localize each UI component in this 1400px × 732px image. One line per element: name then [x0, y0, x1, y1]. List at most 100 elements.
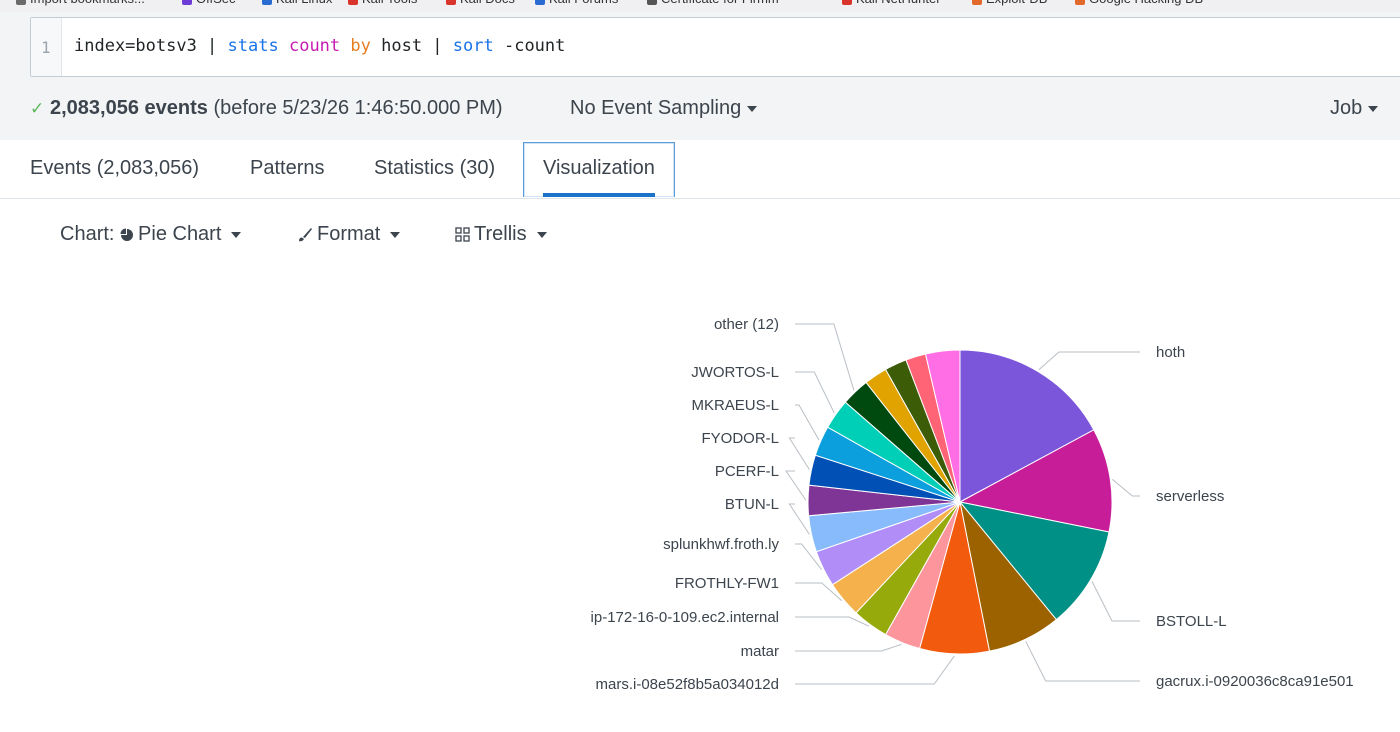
trellis-dropdown[interactable]: Trellis: [455, 223, 547, 246]
query-token: [279, 36, 289, 56]
pie-leader-line: [795, 616, 870, 627]
pie-slice-label: serverless: [1156, 488, 1224, 505]
caret-down-icon: [1368, 105, 1379, 112]
pie-leader-line: [795, 404, 820, 441]
pie-slice-label: hoth: [1156, 344, 1185, 361]
query-token: [340, 36, 350, 56]
line-number-gutter: 1: [31, 18, 62, 76]
pie-slice-label: other (12): [714, 316, 779, 333]
caret-down-icon: [390, 231, 401, 238]
search-query-text[interactable]: index=botsv3 | stats count by host | sor…: [74, 36, 565, 56]
events-count: 2,083,056 events: [50, 97, 208, 119]
pie-slice-label: FROTHLY-FW1: [675, 575, 779, 592]
pie-slice-label: mars.i-08e52f8b5a034012d: [596, 676, 779, 693]
bookmark-item[interactable]: Certificate for Firmm: [647, 0, 779, 6]
pie-slice-label: PCERF-L: [715, 463, 779, 480]
trellis-label: Trellis: [474, 223, 527, 245]
bookmark-label: Kali Linux: [276, 0, 332, 6]
bookmark-item[interactable]: Import bookmarks...: [16, 0, 145, 6]
query-token: by: [350, 36, 371, 56]
bookmark-icon: [16, 0, 26, 5]
bookmark-label: Kali Forums: [549, 0, 618, 6]
pie-chart: hoth serverless BSTOLL-L gacrux.i-0920036c8…: [591, 316, 1354, 693]
tab-events[interactable]: Events (2,083,056): [30, 140, 199, 196]
pie-leader-line: [795, 323, 855, 391]
results-tabs: Events (2,083,056) Patterns Statistics (…: [0, 140, 1400, 199]
bookmark-icon: [182, 0, 192, 5]
bookmark-item[interactable]: Kali Tools: [348, 0, 417, 6]
bookmark-item[interactable]: Kali Docs: [446, 0, 515, 6]
tab-visualization[interactable]: Visualization: [523, 142, 675, 197]
search-area: 1 index=botsv3 | stats count by host | s…: [0, 12, 1400, 140]
pie-slice-label: JWORTOS-L: [691, 364, 779, 381]
bookmark-icon: [446, 0, 456, 5]
tab-patterns[interactable]: Patterns: [250, 140, 324, 196]
chart-type-dropdown[interactable]: Chart: Pie Chart: [60, 223, 242, 246]
pie-leader-line: [795, 655, 955, 685]
tab-patterns-label: Patterns: [250, 157, 325, 179]
job-menu[interactable]: Job: [1330, 97, 1379, 120]
pie-leader-line: [1038, 351, 1140, 371]
visualization-controls: Chart: Pie Chart Format Trellis: [0, 220, 1400, 254]
pie-leader-line: [1025, 641, 1140, 682]
bookmark-icon: [348, 0, 358, 5]
bookmark-label: Kali Docs: [460, 0, 515, 6]
caret-down-icon: [536, 231, 547, 238]
event-sampling-dropdown[interactable]: No Event Sampling: [570, 97, 758, 120]
pie-slice-label: ip-172-16-0-109.ec2.internal: [591, 609, 779, 626]
bookmark-item[interactable]: Google Hacking DB: [1075, 0, 1203, 6]
bookmark-label: Google Hacking DB: [1089, 0, 1203, 6]
pie-leader-line: [1091, 581, 1140, 622]
tab-statistics[interactable]: Statistics (30): [374, 140, 495, 196]
pie-leader-line: [788, 503, 810, 535]
format-label: Format: [317, 223, 381, 245]
bookmark-label: Kali NetHunter: [856, 0, 941, 6]
caret-down-icon: [747, 105, 758, 112]
bookmark-icon: [647, 0, 657, 5]
chart-type-label: Pie Chart: [138, 223, 222, 245]
query-token: host |: [370, 36, 453, 56]
pie-leader-line: [795, 371, 835, 414]
pie-slice-label: splunkhwf.froth.ly: [663, 536, 779, 553]
bookmark-item[interactable]: Kali Linux: [262, 0, 332, 6]
format-dropdown[interactable]: Format: [297, 223, 401, 246]
query-token: count: [288, 36, 341, 56]
search-status-row: ✓ 2,083,056 events (before 5/23/26 1:46:…: [0, 94, 1400, 124]
event-count-summary: 2,083,056 events (before 5/23/26 1:46:50…: [50, 97, 503, 120]
bookmark-icon: [1075, 0, 1085, 5]
pie-leader-line: [785, 470, 807, 501]
bookmark-icon: [262, 0, 272, 5]
chart-prefix-label: Chart:: [60, 223, 115, 245]
pie-slice-label: FYODOR-L: [701, 430, 779, 447]
pie-slice-label: BTUN-L: [725, 496, 779, 513]
bookmark-item[interactable]: Kali Forums: [535, 0, 618, 6]
pie-slice-label: matar: [741, 643, 779, 660]
bookmark-label: Kali Tools: [362, 0, 417, 6]
bookmark-icon: [535, 0, 545, 5]
bookmark-label: Certificate for Firmm: [661, 0, 779, 6]
bookmark-item[interactable]: OffSec: [182, 0, 236, 6]
bookmark-item[interactable]: Exploit-DB: [972, 0, 1047, 6]
bookmark-label: OffSec: [196, 0, 236, 6]
trellis-grid-icon: [455, 227, 470, 242]
success-check-icon: ✓: [30, 99, 45, 118]
pie-slice-label: MKRAEUS-L: [691, 397, 779, 414]
pie-leader-line: [1111, 478, 1140, 497]
job-label: Job: [1330, 97, 1363, 119]
active-tab-indicator: [543, 193, 655, 197]
pie-chart-container: hoth serverless BSTOLL-L gacrux.i-0920036c8…: [0, 270, 1400, 727]
caret-down-icon: [231, 231, 242, 238]
bookmark-label: Import bookmarks...: [30, 0, 145, 6]
bookmark-label: Exploit-DB: [986, 0, 1047, 6]
tab-events-label: Events (2,083,056): [30, 157, 199, 179]
pie-slice-label: gacrux.i-0920036c8ca91e501: [1156, 673, 1354, 690]
pie-slice-label: BSTOLL-L: [1156, 613, 1227, 630]
bookmark-item[interactable]: Kali NetHunter: [842, 0, 941, 6]
tab-visualization-label: Visualization: [543, 157, 655, 179]
bookmark-icon: [972, 0, 982, 5]
pie-leader-line: [795, 643, 902, 652]
line-number: 1: [41, 38, 51, 57]
event-sampling-label: No Event Sampling: [570, 97, 742, 119]
query-token: index=botsv3 |: [74, 36, 228, 56]
search-query-editor[interactable]: 1 index=botsv3 | stats count by host | s…: [30, 17, 1400, 77]
